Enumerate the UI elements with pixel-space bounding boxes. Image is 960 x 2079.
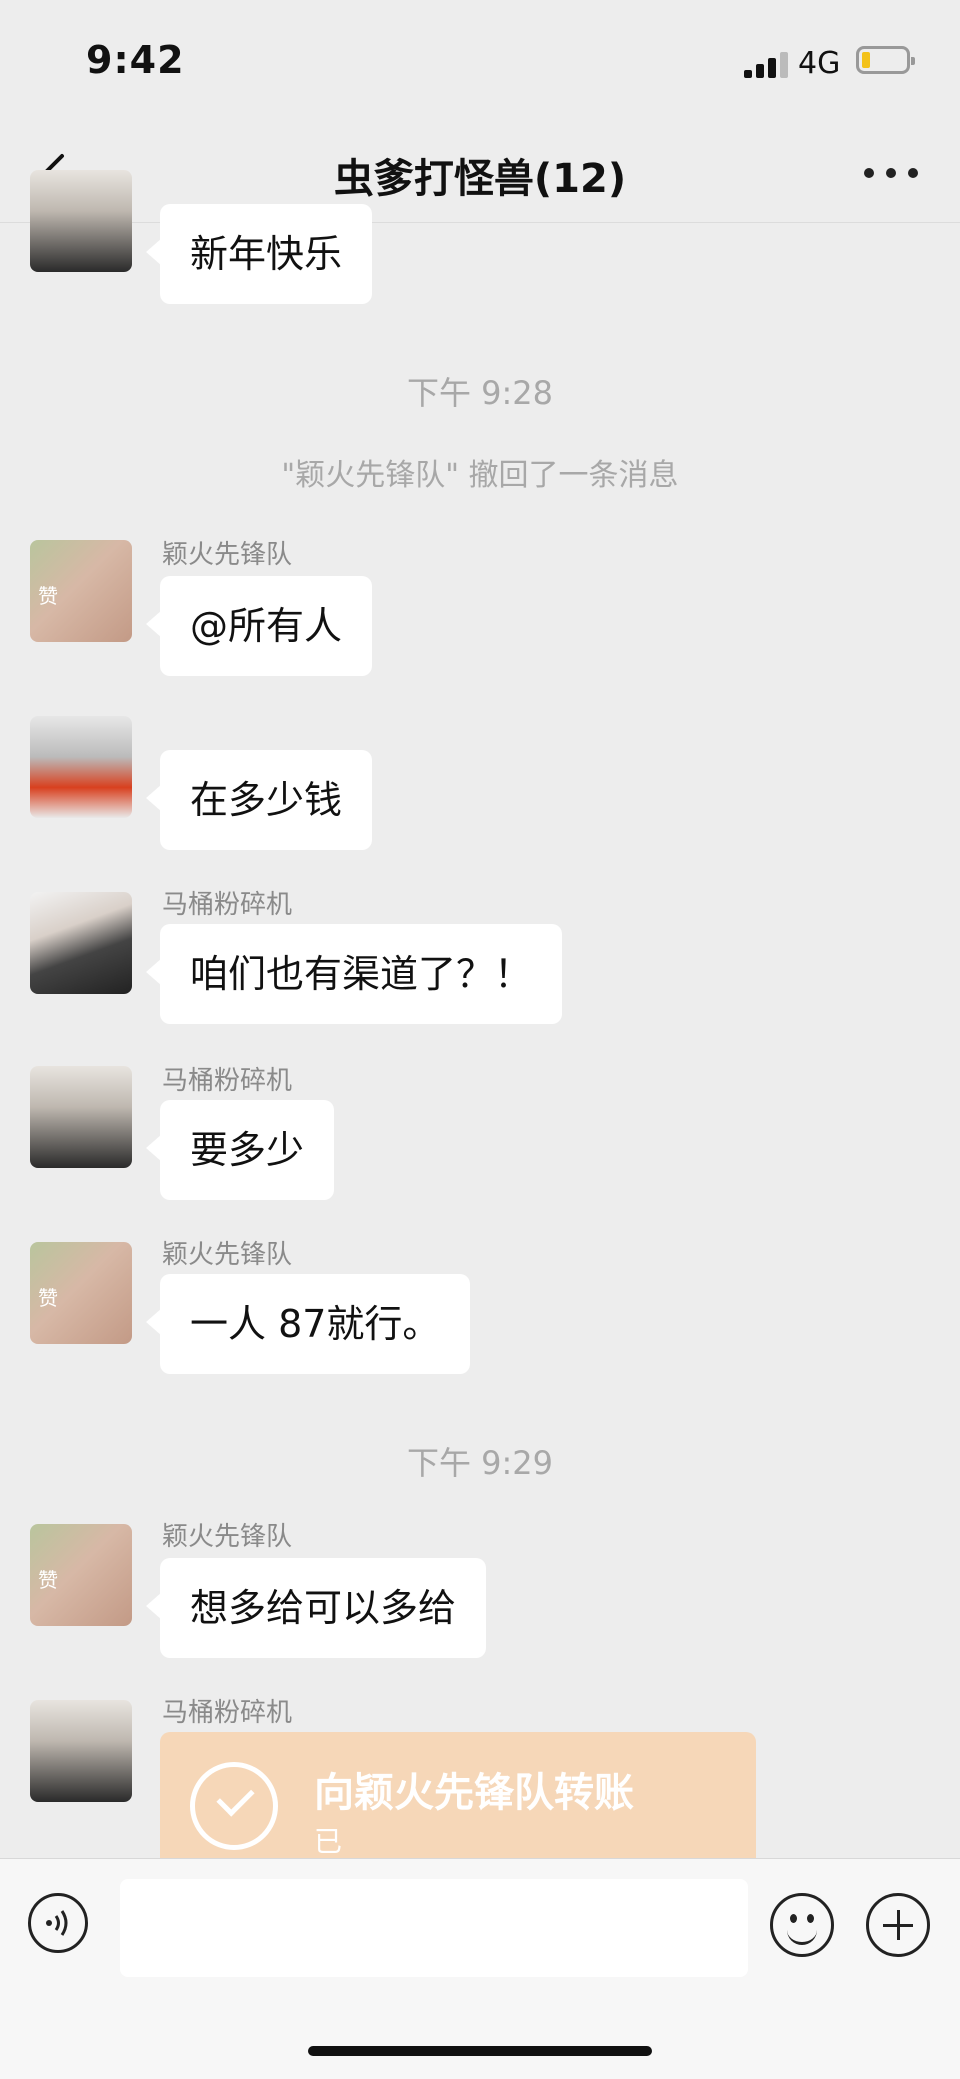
transfer-title: 向颖火先锋队转账 <box>314 1770 634 1816</box>
sender-name: 颖火先锋队 <box>162 1240 293 1270</box>
avatar[interactable] <box>30 716 132 818</box>
sender-name: 颖火先锋队 <box>162 1522 293 1552</box>
timestamp: 下午 9:29 <box>406 1444 554 1482</box>
add-icon[interactable] <box>866 1893 930 1957</box>
status-bar: 9:42 4G <box>0 0 960 122</box>
avatar[interactable]: 赞 <box>30 1242 132 1344</box>
message-bubble[interactable]: 在多少钱 <box>145 750 373 850</box>
sender-name: 马桶粉碎机 <box>162 890 293 920</box>
emoji-icon[interactable] <box>770 1893 834 1957</box>
recall-notice: "颖火先锋队" 撤回了一条消息 <box>281 458 679 493</box>
message-bubble[interactable]: 想多给可以多给 <box>145 1558 487 1658</box>
sender-name: 马桶粉碎机 <box>162 1698 293 1728</box>
avatar[interactable]: 赞 <box>30 540 132 642</box>
voice-icon[interactable] <box>28 1893 88 1953</box>
home-indicator <box>308 2046 652 2056</box>
sender-name: 马桶粉碎机 <box>162 1066 293 1096</box>
transfer-status: 已 <box>314 1825 343 1858</box>
message-bubble[interactable]: 新年快乐 <box>145 204 373 304</box>
avatar[interactable]: 赞 <box>30 1524 132 1626</box>
status-time: 9:42 <box>86 38 185 82</box>
sender-name: 颖火先锋队 <box>162 540 293 570</box>
signal-icon <box>744 50 790 78</box>
avatar[interactable] <box>30 170 132 272</box>
battery-icon <box>856 46 915 74</box>
message-bubble[interactable]: 咱们也有渠道了？！ <box>145 924 563 1024</box>
more-icon[interactable] <box>864 152 924 192</box>
check-icon <box>190 1762 278 1850</box>
avatar[interactable] <box>30 1700 132 1802</box>
avatar[interactable] <box>30 1066 132 1168</box>
message-input[interactable] <box>120 1879 748 1977</box>
avatar[interactable] <box>30 892 132 994</box>
message-bubble[interactable]: 要多少 <box>145 1100 335 1200</box>
chat-header: 虫爹打怪兽(12) <box>0 122 960 223</box>
message-bubble[interactable]: 一人 87就行。 <box>145 1274 471 1374</box>
message-bubble[interactable]: @所有人 <box>145 576 373 676</box>
chat-title: 虫爹打怪兽(12) <box>333 156 627 202</box>
network-label: 4G <box>798 46 841 81</box>
timestamp: 下午 9:28 <box>406 374 554 412</box>
